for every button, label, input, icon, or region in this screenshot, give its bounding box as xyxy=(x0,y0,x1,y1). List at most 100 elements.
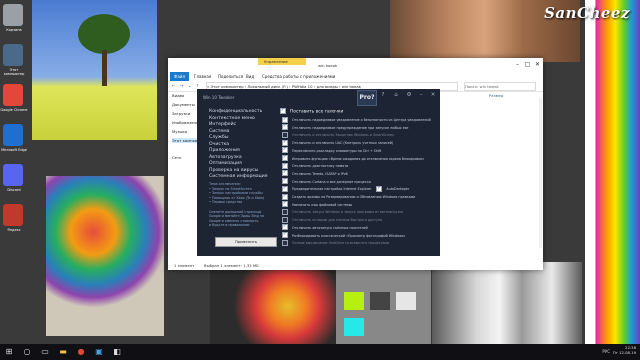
sidebar-item[interactable]: Загрузки xyxy=(172,111,190,116)
menu-file[interactable]: Файл xyxy=(170,72,190,81)
category-item[interactable]: Контекстное меню xyxy=(209,116,255,121)
option-checkbox[interactable] xyxy=(282,200,288,208)
option-row[interactable]: Отключить автозапуск съёмных носителей xyxy=(282,223,368,231)
sidebar-item[interactable]: Сеть xyxy=(172,155,181,160)
search-input[interactable]: Поиск: win tweak xyxy=(464,82,536,91)
back-arrow-icon[interactable]: ← xyxy=(172,83,175,88)
up-arrow-icon[interactable]: ↑ xyxy=(196,83,199,88)
option-checkbox[interactable] xyxy=(282,154,288,161)
tweaker-taskbar-icon[interactable]: ▣ xyxy=(94,347,104,357)
info-link[interactable]: и будьте в правильном xyxy=(209,223,249,227)
category-item[interactable]: Оптимизация xyxy=(209,161,242,166)
pro-badge-button[interactable]: Pro? xyxy=(357,90,377,106)
option-row[interactable]: Создать архивы по Резервированию и Обнов… xyxy=(282,193,415,200)
category-item[interactable]: Системная информация xyxy=(209,174,268,179)
option-row[interactable]: Отключить историю для значков быстрого д… xyxy=(282,216,382,223)
desktop-icon[interactable] xyxy=(3,4,23,26)
sidebar-item[interactable]: Изображения xyxy=(172,120,199,125)
option-checkbox[interactable] xyxy=(282,193,288,200)
option-checkbox[interactable] xyxy=(282,177,288,185)
category-item[interactable]: Службы xyxy=(209,135,228,140)
scrollbar[interactable] xyxy=(539,98,542,248)
forward-arrow-icon[interactable]: → xyxy=(180,83,183,88)
info-link[interactable]: • Первые средства xyxy=(209,200,242,204)
category-item[interactable]: Проверка на вирусы xyxy=(209,168,258,173)
info-link[interactable]: Google и меняйте Эдиш Bing на xyxy=(209,214,264,218)
info-link[interactable]: Тема отключения: xyxy=(209,182,241,186)
sidebar-item[interactable]: Документы xyxy=(172,102,195,107)
option-checkbox[interactable] xyxy=(282,239,288,246)
option-checkbox[interactable] xyxy=(282,223,288,231)
option-checkbox[interactable] xyxy=(282,169,288,177)
maximize-icon[interactable]: □ xyxy=(523,60,532,69)
option-checkbox[interactable] xyxy=(282,123,288,131)
desktop-icon[interactable] xyxy=(3,124,23,146)
tweaker-window[interactable]: Win 10 Tweaker Pro? ? ⌂ ⚙ – ✕ Конфиденци… xyxy=(197,89,440,256)
menu-manage[interactable]: Средства работы с приложениями xyxy=(262,74,335,79)
menu-view[interactable]: Вид xyxy=(246,74,254,79)
info-link[interactable]: Google и сменить стоимость xyxy=(209,219,258,223)
task-view-icon[interactable]: ▭ xyxy=(40,347,50,357)
option-checkbox[interactable] xyxy=(282,139,288,146)
settings-icon[interactable]: ⚙ xyxy=(405,92,413,98)
option-row[interactable]: Отключить запуск Windows и запуск програ… xyxy=(282,208,403,215)
section-title[interactable]: Поставить все галочки xyxy=(280,107,343,115)
select-all-checkbox[interactable] xyxy=(280,107,286,114)
column-size[interactable]: Размер xyxy=(489,93,503,98)
category-item[interactable]: Интерфейс xyxy=(209,122,236,127)
option-row[interactable]: Увеличить кэш файловой системы xyxy=(282,200,352,208)
option-row[interactable]: Отключить надоедливое уведомление о безо… xyxy=(282,116,431,123)
sidebar-item[interactable]: Музыка xyxy=(172,129,187,134)
option-row[interactable]: Переключить раскладку клавиатуры по Ctrl… xyxy=(282,146,381,154)
windows-start-icon[interactable]: ⊞ xyxy=(4,347,14,357)
category-item[interactable]: Приложения xyxy=(209,148,240,153)
sidebar-item[interactable]: Видео xyxy=(172,93,184,98)
home-icon[interactable]: ⌂ xyxy=(392,92,400,98)
minimize-icon[interactable]: – xyxy=(513,60,522,69)
app-taskbar-icon[interactable]: ◧ xyxy=(112,347,122,357)
desktop-icon[interactable] xyxy=(3,44,23,66)
option-row[interactable]: Разблокировать классический «Просмотр фо… xyxy=(282,231,406,239)
explorer-taskbar-icon[interactable]: ▬ xyxy=(58,347,68,357)
option-row[interactable]: Отключить Teredo, ISATAP и IPv6 xyxy=(282,169,348,177)
search-icon[interactable]: ○ xyxy=(22,347,32,357)
option-checkbox[interactable] xyxy=(282,131,288,138)
chrome-taskbar-icon[interactable]: ● xyxy=(76,347,86,357)
explorer-titlebar[interactable]: Управление win tweak – □ ✕ xyxy=(168,58,543,73)
option-checkbox[interactable] xyxy=(282,216,288,223)
info-link[interactable]: Смените домашний страницы xyxy=(209,210,261,214)
language-indicator[interactable]: РУС xyxy=(602,349,610,354)
option-row[interactable]: Отключить диагностику памяти xyxy=(282,162,348,169)
option-checkbox[interactable] xyxy=(282,185,288,192)
menu-share[interactable]: Поделиться xyxy=(218,74,243,79)
option-row[interactable]: Предварительная настройка Internet Explo… xyxy=(282,185,409,192)
info-link[interactable]: • Запрос на SmartScreen xyxy=(209,187,252,191)
info-icon[interactable]: ? xyxy=(379,92,387,98)
close-icon[interactable]: ✕ xyxy=(429,92,437,98)
category-item[interactable]: Конфиденциальность xyxy=(209,109,262,114)
option-row[interactable]: Полное выключение OneDrive со всеми его … xyxy=(282,239,389,246)
option-checkbox[interactable] xyxy=(282,162,288,169)
desktop-icon[interactable] xyxy=(3,204,23,226)
option-checkbox[interactable] xyxy=(376,185,383,192)
info-link[interactable]: • Помощник от Xbox (To и Xbox) xyxy=(209,196,264,200)
close-icon[interactable]: ✕ xyxy=(533,60,542,69)
clock[interactable]: 22:38 Пт 12.08.19 xyxy=(613,345,636,355)
category-item[interactable]: Автозагрузка xyxy=(209,155,242,160)
option-row[interactable]: Отключить и отключить Защитник Windows и… xyxy=(282,131,394,138)
desktop-icon[interactable] xyxy=(3,84,23,106)
option-row[interactable]: Отключить надоедливое предупреждение при… xyxy=(282,123,408,131)
apply-button[interactable]: Применить xyxy=(215,237,277,247)
option-checkbox[interactable] xyxy=(282,116,288,123)
recent-chevron-icon[interactable]: ⌄ xyxy=(188,83,191,88)
category-item[interactable]: Очистка xyxy=(209,142,229,147)
option-extra[interactable]: AutoDarkaper xyxy=(376,185,409,192)
option-row[interactable]: Исправить функцию «Время ожидания до отк… xyxy=(282,154,424,162)
category-item[interactable]: Система xyxy=(209,129,230,134)
menu-home[interactable]: Главная xyxy=(194,74,211,79)
option-row[interactable]: Отключить Cortana и все дочерние процесс… xyxy=(282,177,371,185)
option-checkbox[interactable] xyxy=(282,231,288,238)
option-checkbox[interactable] xyxy=(282,146,288,154)
desktop-icon[interactable] xyxy=(3,164,23,186)
info-link[interactable]: • Запрос настройками службы xyxy=(209,191,263,195)
